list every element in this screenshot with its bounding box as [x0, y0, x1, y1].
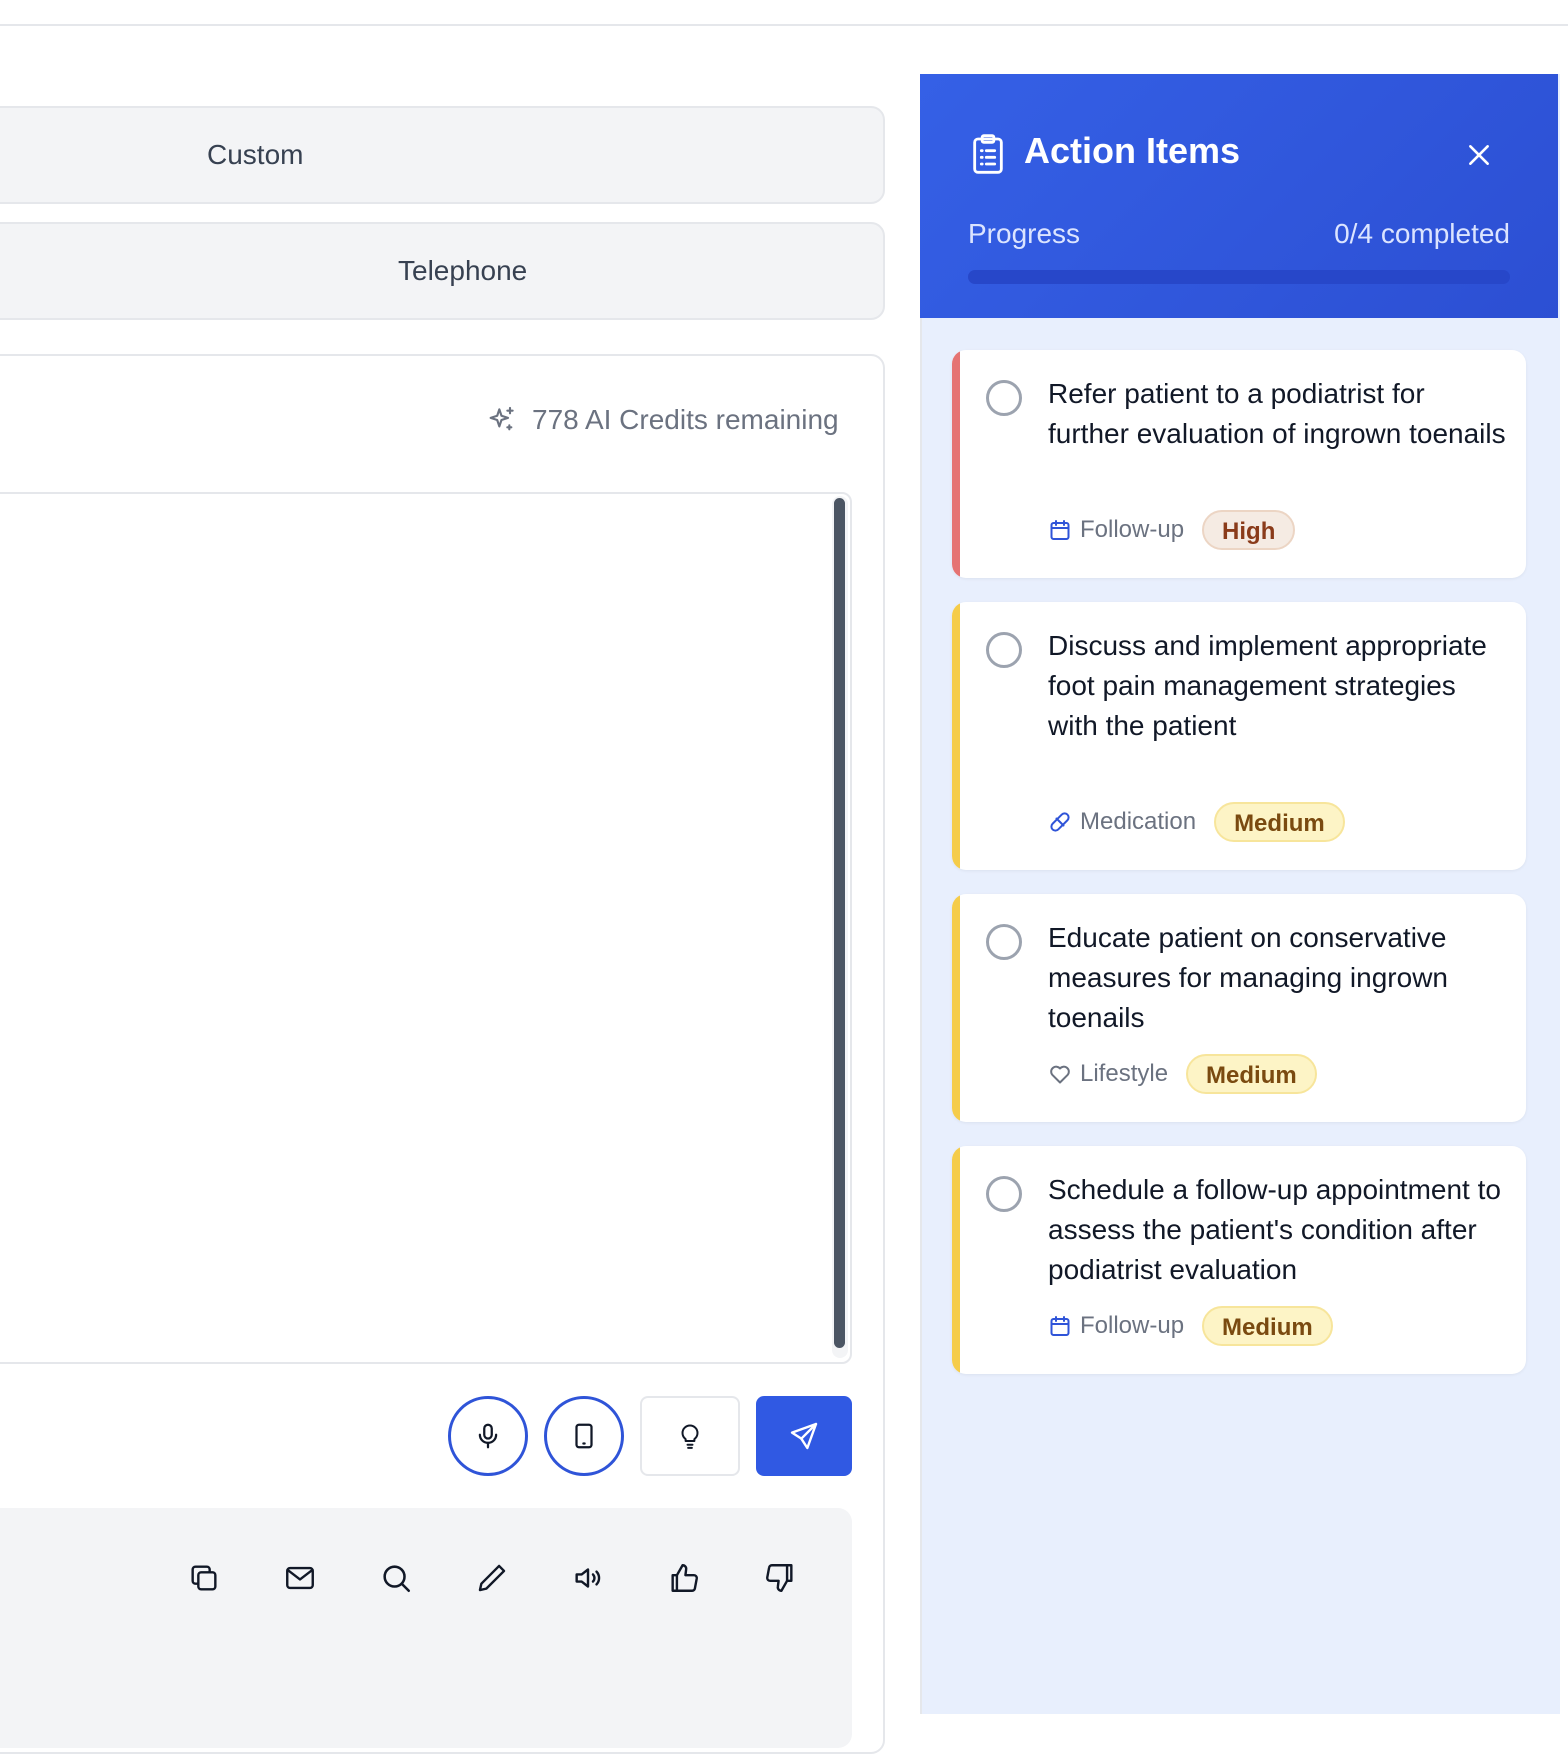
action-item-text: Schedule a follow-up appointment to asse…	[1048, 1174, 1501, 1285]
action-item-meta: Follow-up Medium	[1048, 1304, 1333, 1348]
thumbs-down-icon	[763, 1561, 797, 1595]
progress-bar	[968, 270, 1510, 284]
close-panel-button[interactable]	[1462, 138, 1496, 172]
thumbs-up-icon	[667, 1561, 701, 1595]
send-button[interactable]	[756, 1396, 852, 1476]
priority-stripe	[952, 894, 960, 1122]
tablet-button[interactable]	[544, 1396, 624, 1476]
category-label: Medication	[1080, 808, 1197, 835]
copy-button[interactable]	[180, 1554, 228, 1602]
scrollbar-thumb[interactable]	[834, 498, 845, 1348]
action-item-text: Educate patient on conservative measures…	[1048, 922, 1448, 1033]
priority-badge: Medium	[1214, 802, 1345, 842]
pill-icon	[1048, 810, 1072, 834]
priority-badge: Medium	[1186, 1054, 1317, 1094]
action-item-meta: Lifestyle Medium	[1048, 1052, 1317, 1096]
action-item-card: Educate patient on conservative measures…	[952, 894, 1526, 1122]
action-item-meta: Follow-up High	[1048, 508, 1296, 552]
copy-icon	[187, 1561, 221, 1595]
pencil-icon	[475, 1561, 509, 1595]
progress-label: Progress	[968, 218, 1081, 249]
ai-credits: 778 AI Credits remaining	[486, 404, 839, 436]
priority-stripe	[952, 602, 960, 870]
mail-icon	[283, 1561, 317, 1595]
priority-stripe	[952, 350, 960, 578]
microphone-icon	[473, 1421, 503, 1451]
action-item-card: Discuss and implement appropriate foot p…	[952, 602, 1526, 870]
category-label: Follow-up	[1080, 1312, 1185, 1339]
progress-count: 0/4 completed	[1334, 218, 1510, 249]
calendar-icon	[1048, 518, 1072, 542]
send-icon	[788, 1420, 820, 1452]
message-textarea[interactable]	[0, 492, 852, 1364]
telephone-option-button[interactable]: Telephone	[0, 222, 885, 320]
read-aloud-button[interactable]	[564, 1554, 612, 1602]
custom-option-label: Custom	[207, 139, 304, 170]
complete-checkbox[interactable]	[986, 1176, 1022, 1212]
tablet-icon	[569, 1421, 599, 1451]
lightbulb-icon	[675, 1421, 705, 1451]
priority-badge: Medium	[1202, 1306, 1333, 1346]
action-item-card: Schedule a follow-up appointment to asse…	[952, 1146, 1526, 1374]
priority-stripe	[952, 1146, 960, 1374]
action-item-text: Discuss and implement appropriate foot p…	[1048, 630, 1487, 741]
email-button[interactable]	[276, 1554, 324, 1602]
speaker-icon	[571, 1561, 605, 1595]
search-button[interactable]	[372, 1554, 420, 1602]
custom-option-button[interactable]: Custom	[0, 106, 885, 204]
category-label: Lifestyle	[1080, 1060, 1169, 1087]
response-toolbar	[0, 1508, 852, 1748]
textarea-scrollbar[interactable]	[832, 496, 848, 1358]
top-bar	[0, 0, 1568, 26]
priority-badge: High	[1202, 510, 1296, 550]
ai-credits-text: 778 AI Credits remaining	[532, 404, 839, 435]
action-item-meta: Medication Medium	[1048, 800, 1345, 844]
action-items-title: Action Items	[1024, 130, 1241, 171]
clipboard-icon	[968, 132, 1008, 176]
complete-checkbox[interactable]	[986, 632, 1022, 668]
sparkle-icon	[486, 404, 518, 436]
thumbs-up-button[interactable]	[660, 1554, 708, 1602]
microphone-button[interactable]	[448, 1396, 528, 1476]
suggestion-button[interactable]	[640, 1396, 740, 1476]
edit-button[interactable]	[468, 1554, 516, 1602]
calendar-icon	[1048, 1314, 1072, 1338]
complete-checkbox[interactable]	[986, 380, 1022, 416]
telephone-option-label: Telephone	[398, 255, 528, 286]
heart-icon	[1048, 1062, 1072, 1086]
close-icon	[1466, 142, 1492, 168]
category-label: Follow-up	[1080, 516, 1185, 543]
action-item-text: Refer patient to a podiatrist for furthe…	[1048, 378, 1506, 449]
complete-checkbox[interactable]	[986, 924, 1022, 960]
search-icon	[379, 1561, 413, 1595]
action-item-card: Refer patient to a podiatrist for furthe…	[952, 350, 1526, 578]
thumbs-down-button[interactable]	[756, 1554, 804, 1602]
